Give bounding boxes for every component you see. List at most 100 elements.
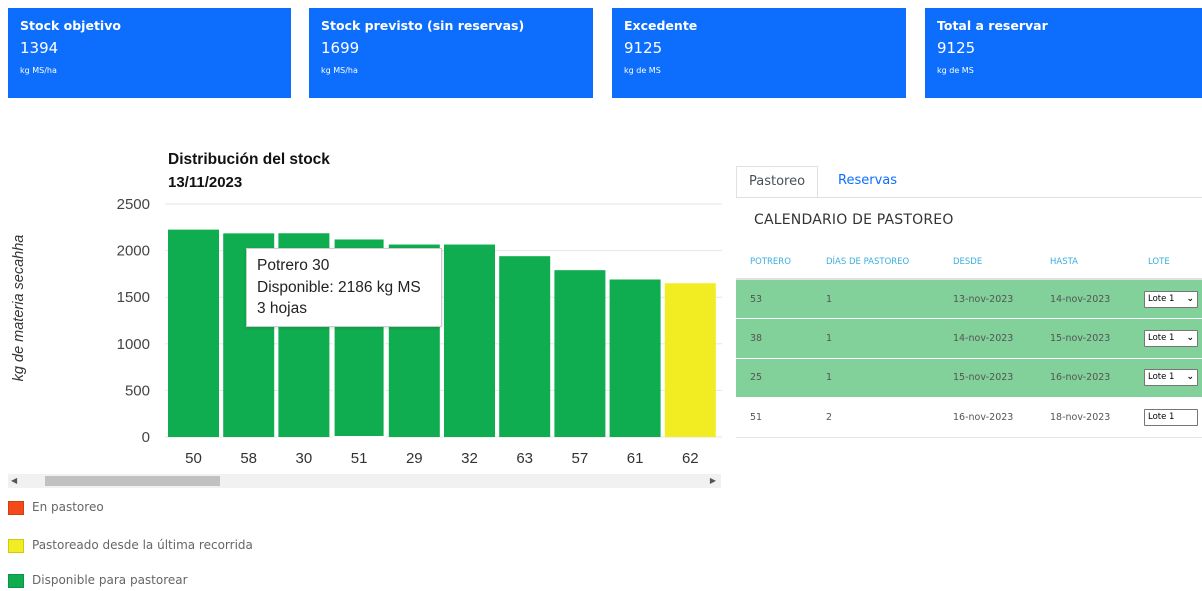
legend-pastoreado: Pastoreado desde la última recorrida (8, 537, 253, 553)
tooltip-hojas: 3 hojas (257, 300, 307, 317)
lote-select-value: Lote 1 (1148, 372, 1175, 383)
table-row: 51 2 16-nov-2023 18-nov-2023 Lote 1 (736, 397, 1202, 438)
cell-dias: 1 (812, 318, 939, 359)
legend-en-pastoreo: En pastoreo (8, 499, 104, 515)
lote-select-value: Lote 1 (1148, 332, 1175, 343)
card-value: 9125 (937, 39, 976, 57)
lote-select-value: Lote 1 (1148, 411, 1175, 422)
cell-potrero: 38 (736, 318, 812, 359)
x-tick-label: 29 (406, 450, 423, 467)
tab-pastoreo[interactable]: Pastoreo (736, 166, 819, 198)
card-total-reservar: Total a reservar 9125 kg de MS (925, 8, 1202, 98)
card-title: Stock previsto (sin reservas) (321, 18, 525, 33)
cell-lote: Lote 1 ⌄ (1134, 279, 1202, 319)
card-title: Total a reservar (937, 18, 1048, 33)
cell-lote: Lote 1 ⌄ (1134, 358, 1202, 398)
scroll-right-arrow-icon[interactable]: ▶ (710, 474, 716, 488)
card-unit: kg de MS (624, 66, 661, 75)
lote-select[interactable]: Lote 1 (1144, 408, 1198, 426)
legend-swatch-yellow (8, 538, 24, 553)
cell-desde: 14-nov-2023 (939, 318, 1036, 359)
tooltip-disponible: Disponible: 2186 kg MS (257, 278, 421, 296)
x-tick-label: 62 (682, 450, 699, 467)
x-tick-label: 50 (185, 450, 202, 467)
card-stock-objetivo: Stock objetivo 1394 kg MS/ha (8, 8, 291, 98)
legend-label: Pastoreado desde la última recorrida (32, 538, 253, 552)
calendar-title: CALENDARIO DE PASTOREO (754, 212, 954, 228)
col-lote: LOTE (1134, 246, 1202, 280)
y-tick-label: 1000 (117, 336, 150, 353)
cell-hasta: 15-nov-2023 (1036, 318, 1134, 359)
bar-63 (499, 256, 551, 437)
table-row: 53 1 13-nov-2023 14-nov-2023 Lote 1 ⌄ (736, 279, 1202, 319)
cell-desde: 13-nov-2023 (939, 279, 1036, 319)
scrollbar-thumb[interactable] (45, 476, 220, 486)
bar-57 (554, 270, 606, 437)
cell-dias: 1 (812, 358, 939, 398)
cell-potrero: 51 (736, 397, 812, 438)
lote-select-value: Lote 1 (1148, 293, 1175, 304)
cell-hasta: 14-nov-2023 (1036, 279, 1134, 319)
x-tick-label: 51 (351, 450, 368, 467)
grazing-calendar-table: POTRERO DÍAS DE PASTOREO DESDE HASTA LOT… (736, 246, 1202, 438)
x-tick-label: 57 (572, 450, 589, 467)
col-dias: DÍAS DE PASTOREO (812, 246, 939, 280)
chart-title: Distribución del stock (168, 151, 330, 168)
cell-potrero: 25 (736, 358, 812, 398)
table-header-row: POTRERO DÍAS DE PASTOREO DESDE HASTA LOT… (736, 246, 1202, 280)
table-row: 38 1 14-nov-2023 15-nov-2023 Lote 1 ⌄ (736, 318, 1202, 359)
bar-32 (444, 244, 495, 437)
chevron-down-icon: ⌄ (1186, 332, 1194, 343)
calendar-tabs: Pastoreo Reservas (736, 166, 1202, 198)
cell-hasta: 16-nov-2023 (1036, 358, 1134, 398)
x-tick-label: 32 (461, 450, 478, 467)
x-tick-label: 61 (627, 450, 644, 467)
cell-dias: 1 (812, 279, 939, 319)
y-tick-label: 2000 (117, 243, 150, 260)
bar-50 (168, 229, 219, 437)
card-unit: kg de MS (937, 66, 974, 75)
card-value: 1394 (20, 39, 59, 57)
tooltip-potrero: Potrero 30 (257, 257, 330, 274)
legend-swatch-orange (8, 500, 24, 515)
card-value: 9125 (624, 39, 663, 57)
x-tick-label: 58 (240, 450, 257, 467)
y-tick-label: 2500 (117, 196, 150, 213)
y-tick-label: 0 (142, 429, 150, 446)
cell-desde: 16-nov-2023 (939, 397, 1036, 438)
legend-swatch-green (8, 573, 24, 588)
card-unit: kg MS/ha (321, 66, 358, 75)
card-title: Excedente (624, 18, 698, 33)
card-title: Stock objetivo (20, 18, 121, 33)
bar-62 (664, 283, 716, 437)
lote-select[interactable]: Lote 1 ⌄ (1144, 369, 1198, 387)
cell-lote: Lote 1 (1134, 397, 1202, 438)
cell-hasta: 18-nov-2023 (1036, 397, 1134, 438)
x-tick-label: 63 (516, 450, 533, 467)
col-potrero: POTRERO (736, 246, 812, 280)
cell-desde: 15-nov-2023 (939, 358, 1036, 398)
chevron-down-icon: ⌄ (1186, 293, 1194, 304)
lote-select[interactable]: Lote 1 ⌄ (1144, 290, 1198, 308)
card-stock-previsto: Stock previsto (sin reservas) 1699 kg MS… (309, 8, 593, 98)
cell-lote: Lote 1 ⌄ (1134, 318, 1202, 359)
legend-label: Disponible para pastorear (32, 573, 188, 587)
card-excedente: Excedente 9125 kg de MS (612, 8, 906, 98)
y-tick-label: 500 (125, 382, 150, 399)
chart-horizontal-scrollbar[interactable]: ◀ ▶ (8, 474, 721, 488)
y-tick-label: 1500 (117, 289, 150, 306)
tab-reservas[interactable]: Reservas (826, 166, 909, 198)
scroll-left-arrow-icon[interactable]: ◀ (11, 474, 17, 488)
chart-tooltip: Potrero 30 Disponible: 2186 kg MS 3 hoja… (246, 248, 442, 327)
chevron-down-icon: ⌄ (1186, 372, 1194, 383)
table-row: 25 1 15-nov-2023 16-nov-2023 Lote 1 ⌄ (736, 358, 1202, 398)
col-desde: DESDE (939, 246, 1036, 280)
tabs-divider (736, 197, 1202, 198)
lote-select[interactable]: Lote 1 ⌄ (1144, 329, 1198, 347)
cell-dias: 2 (812, 397, 939, 438)
card-unit: kg MS/ha (20, 66, 57, 75)
bar-61 (609, 279, 661, 437)
card-value: 1699 (321, 39, 360, 57)
legend-label: En pastoreo (32, 500, 104, 514)
chart-subtitle: 13/11/2023 (168, 174, 242, 191)
